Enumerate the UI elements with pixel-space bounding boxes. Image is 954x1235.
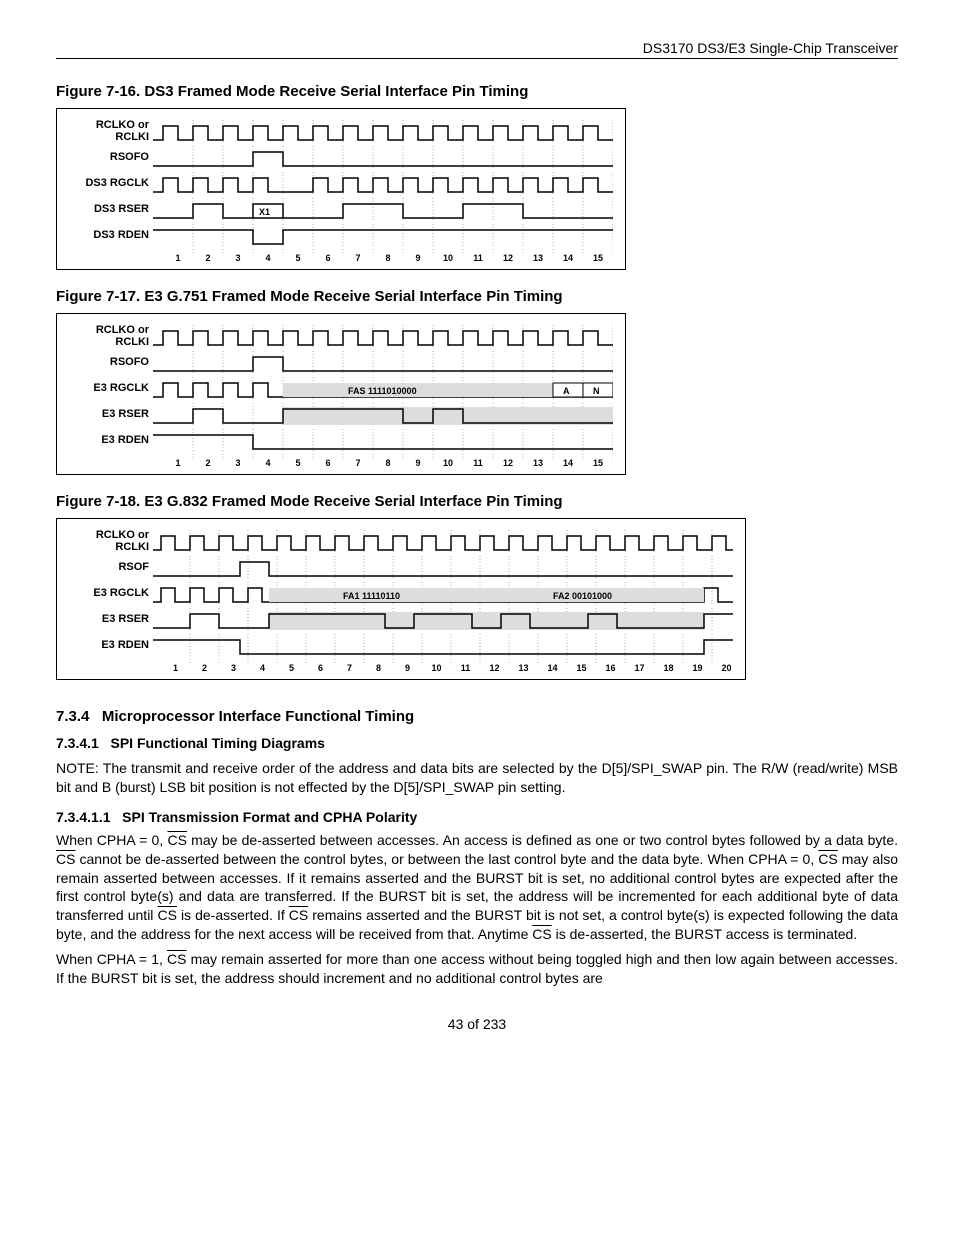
svg-text:5: 5 [295,458,300,468]
sig-rsofo-17: RSOFO [63,357,153,369]
svg-text:14: 14 [547,663,557,673]
svg-text:15: 15 [576,663,586,673]
svg-text:3: 3 [231,663,236,673]
sig-e3-rgclk-17: E3 RGCLK [63,383,153,395]
note-text: NOTE: The transmit and receive order of … [56,759,898,797]
svg-text:18: 18 [663,663,673,673]
svg-text:2: 2 [205,253,210,263]
label-fas: FAS 1111010000 [348,386,417,396]
figure-7-18-title: Figure 7-18. E3 G.832 Framed Mode Receiv… [56,493,898,510]
svg-text:14: 14 [563,458,573,468]
svg-text:12: 12 [489,663,499,673]
ticks-17: 123456789101112131415 [153,454,613,472]
sig-e3-rser-17: E3 RSER [63,409,153,421]
svg-text:12: 12 [503,253,513,263]
sig-e3-rden-17: E3 RDEN [63,435,153,447]
page-footer: 43 of 233 [56,1016,898,1032]
sig-e3-rden-18: E3 RDEN [63,640,153,652]
svg-text:5: 5 [295,253,300,263]
label-x1: X1 [259,207,270,217]
label-fa1: FA1 11110110 [343,591,400,601]
svg-text:13: 13 [533,458,543,468]
svg-text:13: 13 [533,253,543,263]
section-7-3-4: 7.3.4 Microprocessor Interface Functiona… [56,708,898,725]
svg-text:17: 17 [634,663,644,673]
sig-ds3-rser: DS3 RSER [63,204,153,216]
figure-7-16-title: Figure 7-16. DS3 Framed Mode Receive Ser… [56,83,898,100]
svg-text:19: 19 [692,663,702,673]
svg-text:2: 2 [202,663,207,673]
sig-rsofo: RSOFO [63,152,153,164]
label-a: A [563,386,570,396]
page-header: DS3170 DS3/E3 Single-Chip Transceiver [56,40,898,59]
sig-e3-rgclk-18: E3 RGCLK [63,588,153,600]
svg-text:11: 11 [461,663,471,673]
svg-text:9: 9 [405,663,410,673]
para-cpha0: When CPHA = 0, CS may be de-asserted bet… [56,831,898,944]
ticks-16: 123456789101112131415 [153,249,613,267]
figure-7-16-diagram: RCLKO or RCLKI RSOFO DS3 RGCLK DS3 RSER … [56,108,626,270]
sig-rclko-17: RCLKO or RCLKI [63,325,153,348]
svg-text:16: 16 [605,663,615,673]
svg-text:7: 7 [355,458,360,468]
svg-text:7: 7 [355,253,360,263]
svg-text:15: 15 [593,458,603,468]
sig-rsof-18: RSOF [63,562,153,574]
section-7-3-4-1-1: 7.3.4.1.1 SPI Transmission Format and CP… [56,809,898,825]
svg-text:6: 6 [325,253,330,263]
svg-text:10: 10 [443,458,453,468]
figure-7-18-diagram: RCLKO or RCLKI RSOF E3 RGCLK FA1 1111011… [56,518,746,680]
svg-text:8: 8 [376,663,381,673]
svg-text:8: 8 [385,458,390,468]
figure-7-17-diagram: RCLKO or RCLKI RSOFO E3 RGCLK FAS 111101… [56,313,626,475]
sig-ds3-rden: DS3 RDEN [63,230,153,242]
label-fa2: FA2 00101000 [553,591,612,601]
svg-text:11: 11 [473,253,483,263]
svg-text:7: 7 [347,663,352,673]
figure-7-17-title: Figure 7-17. E3 G.751 Framed Mode Receiv… [56,288,898,305]
svg-text:12: 12 [503,458,513,468]
svg-text:4: 4 [265,458,270,468]
svg-text:9: 9 [415,458,420,468]
svg-text:4: 4 [265,253,270,263]
svg-text:10: 10 [431,663,441,673]
svg-text:9: 9 [415,253,420,263]
svg-text:2: 2 [205,458,210,468]
svg-text:4: 4 [260,663,265,673]
svg-text:14: 14 [563,253,573,263]
svg-text:13: 13 [518,663,528,673]
svg-text:3: 3 [235,253,240,263]
svg-text:6: 6 [325,458,330,468]
sig-ds3-rgclk: DS3 RGCLK [63,178,153,190]
svg-text:3: 3 [235,458,240,468]
para-cpha1: When CPHA = 1, CS may remain asserted fo… [56,950,898,988]
svg-text:10: 10 [443,253,453,263]
svg-text:6: 6 [318,663,323,673]
svg-text:1: 1 [173,663,178,673]
ticks-18: 1234567891011121314151617181920 [153,659,733,677]
svg-text:1: 1 [175,458,180,468]
svg-text:15: 15 [593,253,603,263]
svg-text:20: 20 [721,663,731,673]
sig-rclko-18: RCLKO or RCLKI [63,530,153,553]
svg-text:1: 1 [175,253,180,263]
sig-e3-rser-18: E3 RSER [63,614,153,626]
sig-rclko: RCLKO or RCLKI [63,120,153,143]
section-7-3-4-1: 7.3.4.1 SPI Functional Timing Diagrams [56,735,898,751]
svg-text:11: 11 [473,458,483,468]
svg-text:8: 8 [385,253,390,263]
label-n: N [593,386,600,396]
svg-text:5: 5 [289,663,294,673]
